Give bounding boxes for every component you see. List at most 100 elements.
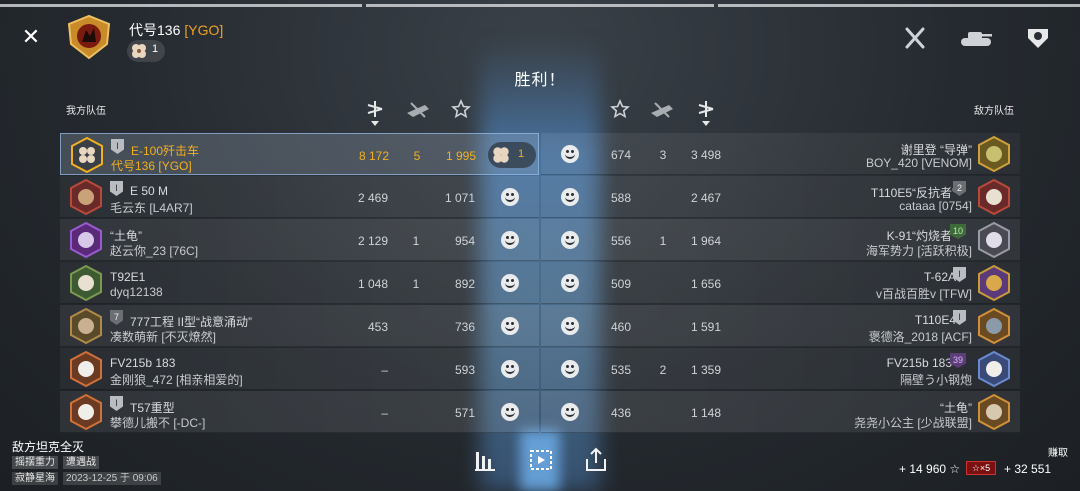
xp-value: 736 xyxy=(454,320,475,334)
xp-value: 593 xyxy=(454,363,475,377)
clover-badge-count: 1 xyxy=(518,148,525,160)
smile-icon[interactable] xyxy=(501,231,519,249)
enemy-star-icon[interactable] xyxy=(610,99,632,127)
player-name: 褒德洛_2018 [ACF] xyxy=(868,330,972,344)
player-name: v百战百胜v [TFW] xyxy=(876,287,972,301)
smile-icon[interactable] xyxy=(561,145,579,163)
enemy-kills-icon[interactable] xyxy=(649,99,675,127)
player-name: 攀德儿搬不 [-DC-] xyxy=(110,416,206,430)
damage-value: 436 xyxy=(610,406,631,420)
kills-icon[interactable] xyxy=(405,99,431,127)
player-name: 金刚狼_472 [相亲相爱的] xyxy=(110,373,243,387)
enemy-row-6[interactable]: 535 2 1 359 FV215b 183 39 隔壁う小钢炮 xyxy=(541,348,1020,390)
damage-sort-icon[interactable] xyxy=(364,99,386,127)
earn-title: 赚取 xyxy=(1048,448,1068,459)
xp-value: 1 995 xyxy=(445,149,476,163)
player-name: 海军势力 [活跃积极] xyxy=(865,244,972,258)
medal-icon[interactable] xyxy=(1022,24,1054,52)
enemy-damage-sort-icon[interactable] xyxy=(695,99,717,127)
ally-row-2[interactable]: I E 50 M 毛云东 [L4AR7] 2 469 1 071 xyxy=(60,176,539,218)
smile-icon[interactable] xyxy=(561,188,579,206)
player-name: 赵云你_23 [76C] xyxy=(110,244,199,258)
xp-value: 1 071 xyxy=(444,191,475,205)
result-reason: 敌方坦克全灭 xyxy=(12,440,85,454)
tank-name: FV215b 183 xyxy=(110,356,176,370)
close-button[interactable]: ✕ xyxy=(20,24,42,50)
damage-value: 509 xyxy=(610,277,631,291)
mode-tag: 摇摆重力 xyxy=(12,456,58,469)
player-name: 代号136 [YGO] xyxy=(111,159,192,173)
tank-avatar-icon xyxy=(978,222,1010,258)
tank-name: E 50 M xyxy=(130,184,169,198)
premium-multiplier-badge: ☆×5 xyxy=(966,461,996,475)
kills-value: 5 xyxy=(413,149,421,163)
smile-icon[interactable] xyxy=(501,360,519,378)
tank-icon[interactable] xyxy=(958,24,992,52)
player-name: 隔壁う小钢炮 xyxy=(899,373,972,387)
my-team-label: 我方队伍 xyxy=(66,106,106,117)
smile-icon[interactable] xyxy=(561,403,579,421)
ally-row-1[interactable]: I E-100歼击车 代号136 [YGO] 8 172 5 1 995 1 xyxy=(60,133,539,175)
tank-avatar-icon xyxy=(978,351,1010,387)
damage-value: – xyxy=(381,406,388,420)
xp-earned: + 32 551 xyxy=(1004,462,1052,476)
replay-icon[interactable] xyxy=(528,446,554,474)
smile-icon[interactable] xyxy=(501,403,519,421)
enemy-row-4[interactable]: 509 1 656 T-62A I v百战百胜v [TFW] xyxy=(541,262,1020,304)
crossed-swords-icon[interactable] xyxy=(899,24,931,52)
tier-badge: I xyxy=(110,396,123,411)
tank-avatar-icon xyxy=(978,179,1010,215)
top-progress-bars xyxy=(0,0,1080,8)
ally-row-7[interactable]: I T57重型 攀德儿搬不 [-DC-] – 571 xyxy=(60,391,539,433)
smile-icon[interactable] xyxy=(501,188,519,206)
star-icon[interactable] xyxy=(451,99,473,127)
tank-avatar-icon xyxy=(978,394,1010,430)
enemy-row-2[interactable]: 588 2 467 T110E5“反抗者” 2 cataaa [0754] xyxy=(541,176,1020,218)
enemy-row-7[interactable]: 436 1 148 “土龟” 尧尧小公主 [少战联盟] xyxy=(541,391,1020,433)
tank-name: T110E4 xyxy=(914,313,956,327)
ally-row-3[interactable]: “土龟” 赵云你_23 [76C] 2 129 1 954 xyxy=(60,219,539,261)
tank-avatar-icon xyxy=(70,394,102,430)
player-name: 凑数萌新 [不灭燎然] xyxy=(110,330,217,344)
ally-row-5[interactable]: 7 777工程 II型“战意涌动” 凑数萌新 [不灭燎然] 453 736 xyxy=(60,305,539,347)
xp-value: 571 xyxy=(454,406,475,420)
kills-value: 1 xyxy=(412,234,420,248)
clover-badge: 1 xyxy=(488,142,536,168)
tank-name: T92E1 xyxy=(110,270,146,284)
enemy-team-label: 敌方队伍 xyxy=(974,106,1014,117)
smile-icon[interactable] xyxy=(561,274,579,292)
damage-value: 8 172 xyxy=(358,149,389,163)
ally-row-6[interactable]: FV215b 183 金刚狼_472 [相亲相爱的] – 593 xyxy=(60,348,539,390)
damage-value: 2 469 xyxy=(357,191,388,205)
damage-value: – xyxy=(381,363,388,377)
damage-value: 453 xyxy=(367,320,388,334)
share-icon[interactable] xyxy=(583,446,609,474)
smile-icon[interactable] xyxy=(501,274,519,292)
enemy-row-1[interactable]: 674 3 3 498 谢里登 “导弹” BOY_420 [VENOM] xyxy=(541,133,1020,175)
player-rank-badge-icon xyxy=(64,14,114,60)
bar-chart-icon[interactable] xyxy=(473,446,499,474)
smile-icon[interactable] xyxy=(561,317,579,335)
tier-badge: I xyxy=(110,181,123,196)
player-name: 代号136 [YGO] xyxy=(129,22,224,38)
enemy-row-5[interactable]: 460 1 591 T110E4 I 褒德洛_2018 [ACF] xyxy=(541,305,1020,347)
battle-results-table: I E-100歼击车 代号136 [YGO] 8 172 5 1 995 1 I… xyxy=(0,133,1080,433)
xp-value: 3 498 xyxy=(690,148,721,162)
tank-avatar-icon xyxy=(978,265,1010,301)
damage-value: 588 xyxy=(610,191,631,205)
clover-icon xyxy=(493,147,509,163)
clover-count: 1 xyxy=(152,43,159,55)
xp-value: 1 964 xyxy=(690,234,721,248)
xp-value: 1 148 xyxy=(690,406,721,420)
tank-avatar-icon xyxy=(71,137,103,173)
player-name: 毛云东 [L4AR7] xyxy=(110,201,193,215)
tank-avatar-icon xyxy=(978,308,1010,344)
kills-value: 3 xyxy=(659,148,667,162)
enemy-row-3[interactable]: 556 1 1 964 K-91“灼烧者” 10 海军势力 [活跃积极] xyxy=(541,219,1020,261)
smile-icon[interactable] xyxy=(561,231,579,249)
xp-value: 954 xyxy=(454,234,475,248)
ally-row-4[interactable]: T92E1 dyq12138 1 048 1 892 xyxy=(60,262,539,304)
smile-icon[interactable] xyxy=(501,317,519,335)
smile-icon[interactable] xyxy=(561,360,579,378)
tank-avatar-icon xyxy=(70,308,102,344)
